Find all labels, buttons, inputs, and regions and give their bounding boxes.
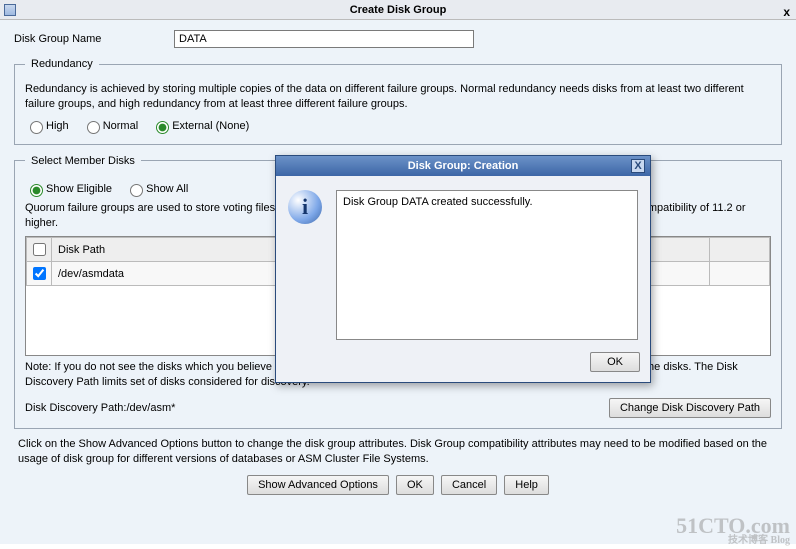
radio-show-eligible[interactable]: Show Eligible	[25, 183, 112, 195]
ok-button[interactable]: OK	[396, 475, 434, 495]
discovery-path-value: /dev/asm*	[126, 402, 175, 414]
redundancy-options: High Normal External (None)	[25, 118, 771, 134]
bottom-button-bar: Show Advanced Options OK Cancel Help	[14, 475, 782, 495]
disk-group-name-label: Disk Group Name	[14, 33, 174, 45]
compat-note: Click on the Show Advanced Options butto…	[18, 437, 778, 467]
radio-show-all[interactable]: Show All	[125, 183, 188, 195]
radio-normal[interactable]: Normal	[82, 120, 138, 132]
discovery-path: Disk Discovery Path:/dev/asm*	[25, 402, 175, 414]
dialog-message: Disk Group DATA created successfully.	[336, 190, 638, 340]
header-checkbox-cell[interactable]	[27, 238, 52, 262]
redundancy-legend: Redundancy	[25, 58, 99, 70]
window-icon	[4, 4, 16, 16]
watermark: 51CTO.com 技术博客 Blog	[676, 516, 790, 545]
window-title: Create Disk Group	[350, 4, 447, 16]
creation-result-dialog: Disk Group: Creation X i Disk Group DATA…	[275, 155, 651, 383]
discovery-path-label: Disk Discovery Path:	[25, 402, 126, 414]
row-checkbox-cell	[27, 262, 52, 286]
dialog-close-button[interactable]: X	[631, 159, 645, 173]
row-spacer	[710, 262, 770, 286]
show-advanced-options-button[interactable]: Show Advanced Options	[247, 475, 389, 495]
info-icon: i	[288, 190, 322, 224]
dialog-ok-button[interactable]: OK	[590, 352, 640, 372]
dialog-title: Disk Group: Creation	[408, 160, 519, 172]
window-close-button[interactable]: x	[783, 2, 790, 22]
radio-external[interactable]: External (None)	[151, 120, 249, 132]
change-discovery-path-button[interactable]: Change Disk Discovery Path	[609, 398, 771, 418]
member-disks-legend: Select Member Disks	[25, 155, 141, 167]
header-spacer	[710, 238, 770, 262]
window-title-bar: Create Disk Group x	[0, 0, 796, 20]
radio-high[interactable]: High	[25, 120, 69, 132]
disk-group-name-input[interactable]	[174, 30, 474, 48]
help-button[interactable]: Help	[504, 475, 549, 495]
redundancy-description: Redundancy is achieved by storing multip…	[25, 82, 771, 112]
cancel-button[interactable]: Cancel	[441, 475, 497, 495]
redundancy-fieldset: Redundancy Redundancy is achieved by sto…	[14, 58, 782, 145]
dialog-title-bar: Disk Group: Creation X	[276, 156, 650, 176]
row-checkbox[interactable]	[33, 267, 46, 280]
